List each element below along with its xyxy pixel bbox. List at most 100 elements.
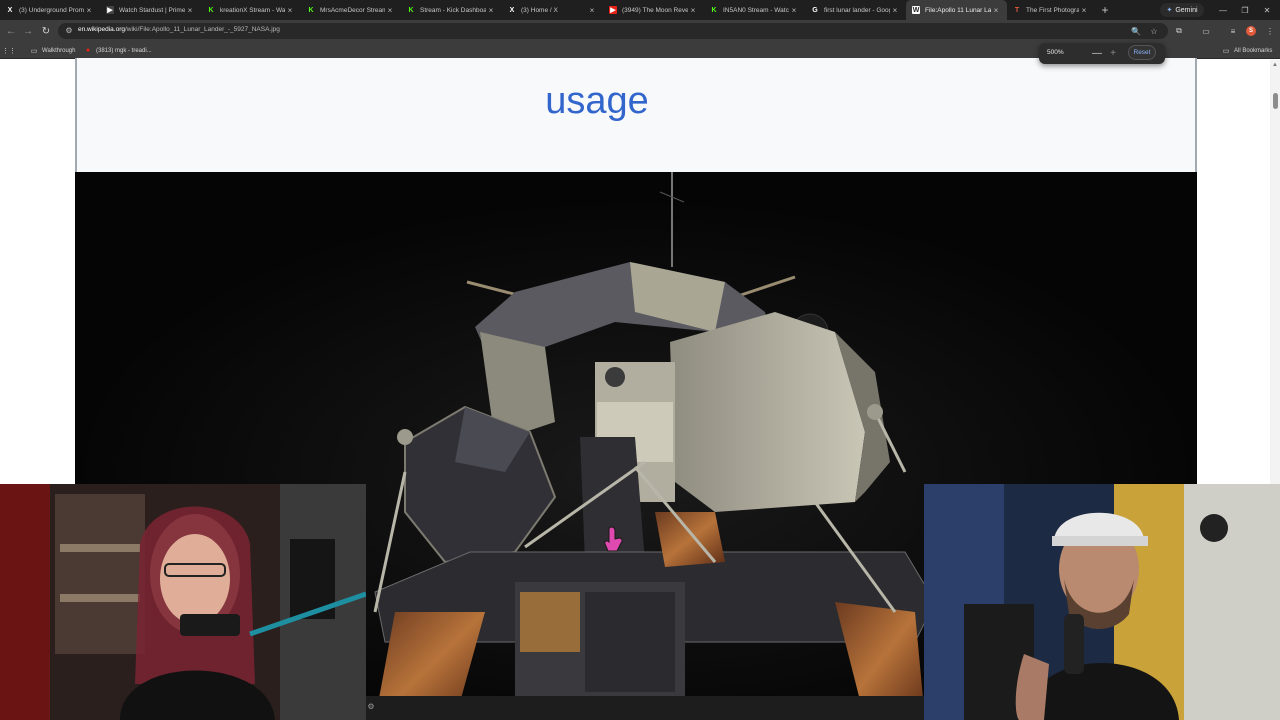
tab-close-icon[interactable]: × <box>285 6 295 15</box>
tab-title: first lunar lander - Goog <box>824 6 890 14</box>
tab-close-icon[interactable]: × <box>991 6 1001 15</box>
bookmark-walkthrough[interactable]: ▭ Walkthrough <box>30 45 76 56</box>
reload-button[interactable]: ↻ <box>39 24 53 38</box>
browser-tab[interactable]: K Stream - Kick Dashboard × <box>401 0 502 20</box>
restore-icon: ❐ <box>1241 5 1249 15</box>
tab-close-icon[interactable]: × <box>84 6 94 15</box>
tab-close-icon[interactable]: × <box>486 6 496 15</box>
prime-video-icon: ▶ <box>106 6 114 14</box>
zoom-reset-button[interactable]: Reset <box>1128 45 1156 60</box>
bookmark-label: Walkthrough <box>42 47 76 54</box>
tab-title: The First Photograph of <box>1026 6 1079 14</box>
section-heading[interactable]: usage <box>77 80 1117 123</box>
extensions-button[interactable]: ⧉ <box>1172 24 1186 38</box>
kick-logo-icon: K <box>408 6 414 14</box>
browser-tab[interactable]: ▶ (3949) The Moon Revea × <box>603 0 704 20</box>
browser-tab[interactable]: K IN5AN0 Stream - Watch × <box>704 0 805 20</box>
settings-icon[interactable]: ⚙ <box>366 701 376 711</box>
zoom-in-button[interactable]: + <box>1107 47 1119 59</box>
browser-toolbar: ← → ↻ ⚙ en.wikipedia.org/wiki/File:Apoll… <box>0 20 1280 42</box>
browser-tab[interactable]: KkreationX Stream - Watc × <box>201 0 301 20</box>
menu-button[interactable]: ⋮ <box>1263 24 1277 38</box>
tab-close-icon[interactable]: × <box>890 6 900 15</box>
browser-tab[interactable]: ▶ Watch Stardust | Prime V × <box>100 0 201 20</box>
tab-title: (3) Underground Promo <box>19 6 84 14</box>
split-view-icon: ▭ <box>1202 26 1210 36</box>
apps-button[interactable]: ⋮⋮ <box>2 45 17 56</box>
browser-tab[interactable]: K MrsAcmeDecor Stream × <box>301 0 401 20</box>
tab-close-icon[interactable]: × <box>385 6 395 15</box>
webcam-left <box>0 484 366 720</box>
tab-title: Watch Stardust | Prime V <box>119 6 185 14</box>
close-window-button[interactable]: ✕ <box>1256 0 1278 20</box>
youtube-icon: ● <box>85 47 91 54</box>
browser-tab[interactable]: X (3) Underground Promo × <box>0 0 100 20</box>
gemini-icon: ✦ <box>1166 7 1173 14</box>
reload-icon: ↻ <box>41 25 51 37</box>
gemini-label: Gemini <box>1175 6 1198 14</box>
minimize-button[interactable]: — <box>1212 0 1234 20</box>
zoom-indicator-icon[interactable]: 🔍 <box>1130 25 1142 37</box>
tab-close-icon[interactable]: × <box>587 6 597 15</box>
all-bookmarks-label: All Bookmarks <box>1234 47 1273 54</box>
back-button[interactable]: ← <box>4 24 18 38</box>
webcam-left-scene <box>0 484 366 720</box>
folder-icon: ▭ <box>30 47 38 55</box>
browser-tab[interactable]: Gfirst lunar lander - Goog × <box>805 0 906 20</box>
zoom-level: 500% <box>1047 49 1064 56</box>
bookmark-youtube-mgk[interactable]: ● (3813) mgk - treadi... <box>84 45 152 56</box>
back-arrow-icon: ← <box>6 25 16 37</box>
webcam-right-scene <box>924 484 1280 720</box>
tab-title: File:Apollo 11 Lunar Lan <box>925 6 991 14</box>
forward-button[interactable]: → <box>21 24 35 38</box>
url-path: /wiki/File:Apollo_11_Lunar_Lander_-_5927… <box>124 26 280 33</box>
media-button[interactable]: ≡ <box>1226 24 1240 38</box>
address-bar[interactable]: ⚙ en.wikipedia.org/wiki/File:Apollo_11_L… <box>58 23 1168 39</box>
tab-close-icon[interactable]: × <box>185 6 195 15</box>
webcam-right <box>924 484 1280 720</box>
bookmark-star-icon[interactable]: ☆ <box>1148 25 1160 37</box>
tab-close-icon[interactable]: × <box>789 6 799 15</box>
zoom-out-button[interactable]: — <box>1091 47 1103 59</box>
youtube-icon: ▶ <box>609 6 617 14</box>
browser-tab[interactable]: T The First Photograph of× <box>1007 0 1095 20</box>
kick-logo-icon: K <box>308 6 314 14</box>
stream-bottom-strip <box>366 696 924 720</box>
gemini-button[interactable]: ✦ Gemini <box>1160 3 1204 17</box>
site-info-icon[interactable]: ⚙ <box>64 26 74 36</box>
x-logo-icon: X <box>509 6 515 14</box>
browser-tab[interactable]: X (3) Home / X × <box>502 0 603 20</box>
media-icon: ≡ <box>1230 26 1236 36</box>
tab-title: MrsAcmeDecor Stream <box>320 6 385 14</box>
kick-logo-icon: K <box>208 6 214 14</box>
bookmark-label: (3813) mgk - treadi... <box>96 47 152 54</box>
folder-icon: ▭ <box>1222 47 1230 55</box>
restore-button[interactable]: ❐ <box>1234 0 1256 20</box>
tab-title: (3949) The Moon Revea <box>622 6 688 14</box>
scrollbar-thumb[interactable] <box>1273 93 1278 109</box>
tab-title: Stream - Kick Dashboard <box>420 6 486 14</box>
tab-title: IN5AN0 Stream - Watch <box>723 6 789 14</box>
apps-grid-icon: ⋮⋮ <box>2 47 16 55</box>
browser-tab[interactable]: W File:Apollo 11 Lunar Lan × <box>906 0 1007 20</box>
close-icon: ✕ <box>1263 5 1271 15</box>
tab-close-icon[interactable]: × <box>1079 6 1089 15</box>
wikipedia-icon: W <box>912 6 920 14</box>
tab-title: (3) Home / X <box>521 6 558 14</box>
google-icon: G <box>812 6 818 14</box>
tab-title: kreationX Stream - Watc <box>220 6 285 14</box>
minimize-icon: — <box>1219 5 1227 15</box>
url-host: en.wikipedia.org <box>78 26 125 33</box>
news-icon: T <box>1014 6 1020 14</box>
profile-avatar[interactable]: S <box>1246 26 1256 36</box>
forward-arrow-icon: → <box>23 25 33 37</box>
tab-strip: X (3) Underground Promo × ▶ Watch Stardust |… <box>0 0 1280 20</box>
kick-logo-icon: K <box>711 6 717 14</box>
tab-close-icon[interactable]: × <box>688 6 698 15</box>
screen: X (3) Underground Promo × ▶ Watch Stardust |… <box>0 0 1280 720</box>
scroll-up-arrow-icon[interactable]: ▲ <box>1272 62 1278 68</box>
url-text[interactable]: en.wikipedia.org/wiki/File:Apollo_11_Lun… <box>78 26 280 33</box>
all-bookmarks-button[interactable]: ▭ All Bookmarks <box>1222 45 1273 56</box>
new-tab-button[interactable]: + <box>1095 0 1115 20</box>
split-view-button[interactable]: ▭ <box>1199 24 1213 38</box>
